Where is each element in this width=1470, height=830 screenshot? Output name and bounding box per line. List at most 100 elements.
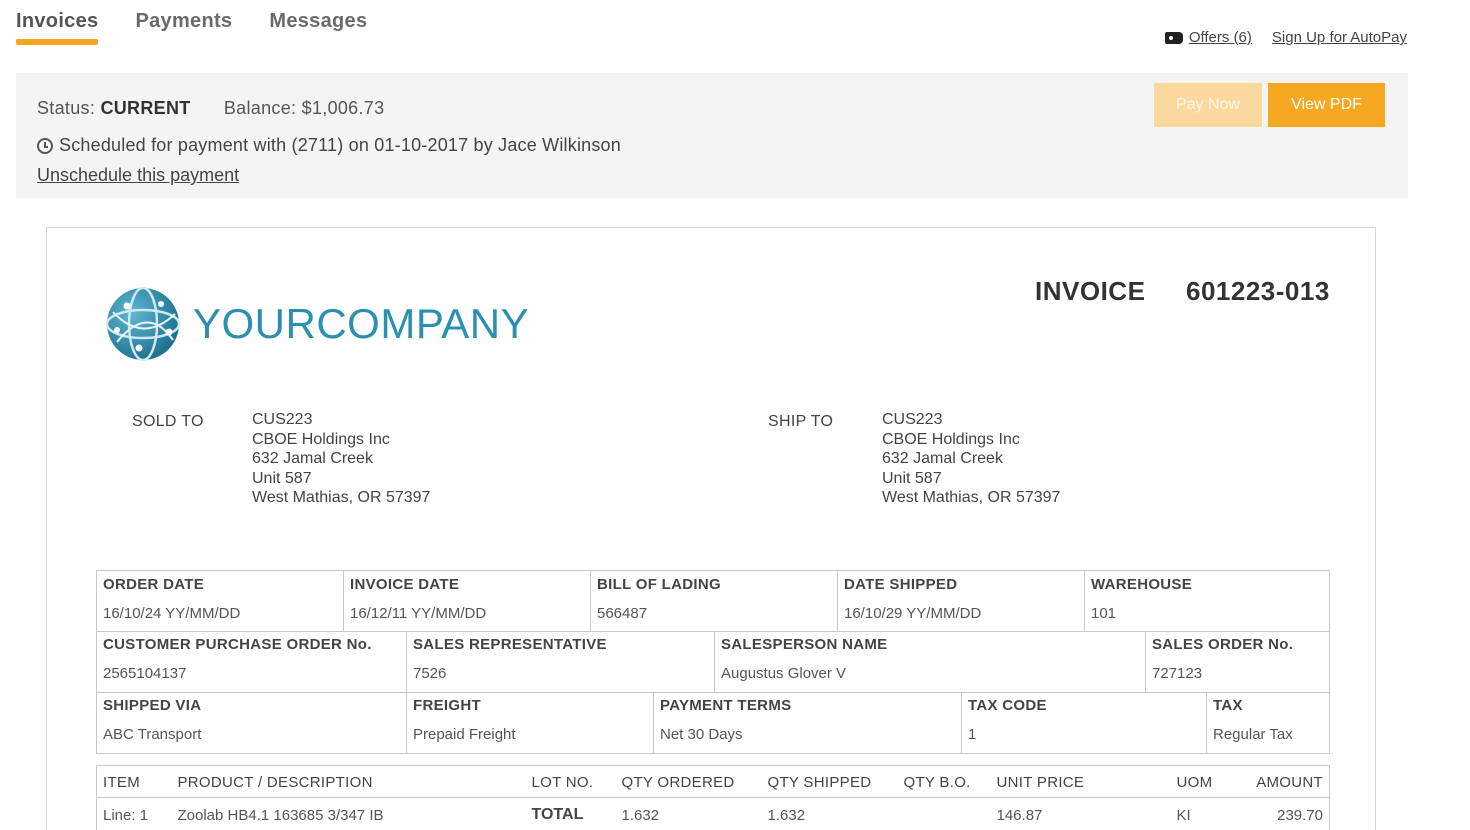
column-header: QTY ORDERED [615,765,762,798]
cell-value: 1 [968,726,977,743]
bill-of-lading-cell: BILL OF LADING 566487 [590,570,838,632]
shipped-via-cell: SHIPPED VIA ABC Transport [96,692,407,754]
cell-label: CUSTOMER PURCHASE ORDER No. [103,636,372,653]
offers-link[interactable]: Offers (6) [1189,29,1252,46]
cell-value: 2565104137 [103,665,187,682]
description-cell: Zoolab HB4.1 163685 3/347 IB [177,806,384,824]
cell-value: 16/10/29 YY/MM/DD [844,605,982,622]
scheduled-text: Scheduled for payment with (2711) on 01-… [59,135,621,155]
salesperson-name-cell: SALESPERSON NAME Augustus Glover V [714,631,1146,693]
cell-label: SALES ORDER No. [1152,636,1294,653]
cell-label: INVOICE DATE [350,576,460,593]
column-header: UNIT PRICE [990,765,1171,798]
cell-value: 566487 [597,605,648,622]
freight-cell: FREIGHT Prepaid Freight [406,692,654,754]
invoice-date-cell: INVOICE DATE 16/12/11 YY/MM/DD [343,570,591,632]
sold-to-address: CUS223 CBOE Holdings Inc 632 Jamal Creek… [252,410,430,508]
ship-to-address: CUS223 CBOE Holdings Inc 632 Jamal Creek… [882,410,1060,508]
address-line: Unit 587 [252,469,312,487]
uom-cell: KI [1176,806,1191,824]
lot-cell: TOTAL [531,806,584,823]
cell-label: SALESPERSON NAME [721,636,888,653]
column-header: QTY B.O. [897,765,991,798]
address-line: 632 Jamal Creek [882,450,1003,467]
balance-label: Balance: [223,98,297,118]
ship-to-label: SHIP TO [768,413,834,430]
tax-cell: TAX Regular Tax [1206,692,1330,754]
clock-icon [37,137,53,154]
qty-shipped-cell: 1.632 [767,806,806,824]
company-name: YOURCOMPANY [193,300,530,347]
cell-value: 727123 [1152,665,1203,682]
status-line: Status: CURRENT Balance: $1,006.73 [37,98,384,119]
items-header-row: ITEM PRODUCT / DESCRIPTION LOT NO. QTY O… [96,765,1330,798]
invoice-number: 601223-013 [1186,276,1330,306]
qty-bo-cell [898,798,991,830]
cell-label: FREIGHT [413,697,481,714]
unschedule-link[interactable]: Unschedule this payment [37,165,239,186]
cell-value: ABC Transport [103,726,202,743]
invoice-title: INVOICE [1035,276,1146,306]
cell-label: TAX CODE [968,697,1047,714]
cell-label: ORDER DATE [103,576,205,593]
tab-messages[interactable]: Messages [269,10,367,45]
cell-label: WAREHOUSE [1091,576,1193,593]
cell-value: 16/10/24 YY/MM/DD [103,605,241,622]
address-line: CBOE Holdings Inc [882,430,1020,448]
pay-now-button[interactable]: Pay Now [1154,83,1262,127]
column-header: UOM [1170,765,1241,798]
column-header: LOT NO. [525,765,616,798]
sales-rep-cell: SALES REPRESENTATIVE 7526 [406,631,715,693]
offers-link-wrap: Offers (6) [1164,29,1252,46]
view-pdf-button[interactable]: View PDF [1268,83,1385,127]
payment-terms-cell: PAYMENT TERMS Net 30 Days [653,692,962,754]
address-line: West Mathias, OR 57397 [252,489,431,506]
column-header: AMOUNT [1240,765,1330,798]
order-info-row-3: SHIPPED VIA ABC Transport FREIGHT Prepai… [96,692,1330,754]
cell-value: Regular Tax [1213,726,1293,743]
main-tabs: Invoices Payments Messages [16,10,367,45]
column-header: PRODUCT / DESCRIPTION [171,765,526,798]
cell-label: PAYMENT TERMS [660,697,792,714]
warehouse-cell: WAREHOUSE 101 [1084,570,1330,632]
amount-cell: 239.70 [1240,797,1330,830]
tab-invoices[interactable]: Invoices [16,10,99,45]
column-header: ITEM [96,765,172,798]
order-info-row-1: ORDER DATE 16/10/24 YY/MM/DD INVOICE DAT… [96,570,1330,632]
cell-value: 7526 [413,665,447,682]
sales-order-cell: SALES ORDER No. 727123 [1145,631,1330,693]
cell-label: DATE SHIPPED [844,576,958,593]
balance-value: $1,006.73 [301,98,385,118]
top-links: Offers (6) Sign Up for AutoPay [1164,29,1407,46]
address-line: CBOE Holdings Inc [252,430,390,448]
cell-label: TAX [1213,697,1243,714]
globe-icon [105,286,181,362]
tax-code-cell: TAX CODE 1 [961,692,1207,754]
autopay-link[interactable]: Sign Up for AutoPay [1272,29,1407,46]
order-date-cell: ORDER DATE 16/10/24 YY/MM/DD [96,570,344,632]
table-row: Line: 1 Zoolab HB4.1 163685 3/347 IB TOT… [96,797,1330,830]
status-label: Status: [37,98,96,118]
company-logo: YOURCOMPANY [103,284,529,364]
address-line: CUS223 [252,411,313,428]
scheduled-line: Scheduled for payment with (2711) on 01-… [37,135,621,156]
cell-label: SALES REPRESENTATIVE [413,636,607,653]
cell-value: Prepaid Freight [413,726,516,743]
column-header: QTY SHIPPED [761,765,898,798]
cell-value: Augustus Glover V [721,665,847,682]
line-items-table: ITEM PRODUCT / DESCRIPTION LOT NO. QTY O… [96,765,1330,830]
cell-value: 101 [1091,605,1117,622]
address-line: Unit 587 [882,469,942,487]
status-bar: Status: CURRENT Balance: $1,006.73 Sched… [16,73,1408,198]
order-info-row-2: CUSTOMER PURCHASE ORDER No. 2565104137 S… [96,631,1330,693]
cell-label: SHIPPED VIA [103,697,202,714]
customer-po-cell: CUSTOMER PURCHASE ORDER No. 2565104137 [96,631,407,693]
tag-icon [1164,31,1183,44]
address-line: CUS223 [882,411,943,428]
tab-payments[interactable]: Payments [135,10,232,45]
invoice-document: YOURCOMPANY INVOICE 601223-013 SOLD TO C… [46,227,1376,830]
unit-price-cell: 146.87 [996,806,1043,824]
cell-value: 16/12/11 YY/MM/DD [350,605,487,622]
cell-label: BILL OF LADING [597,576,721,593]
qty-ordered-cell: 1.632 [621,806,660,824]
